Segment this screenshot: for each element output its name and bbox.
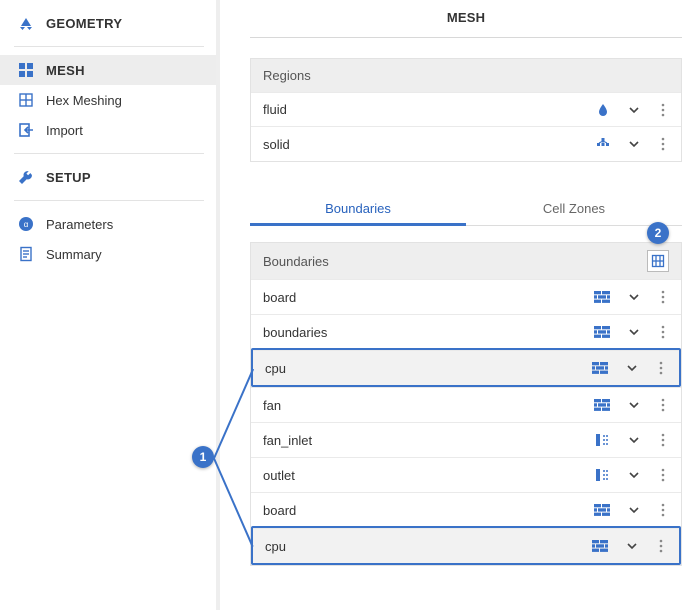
boundaries-header-row: Boundaries: [251, 243, 681, 279]
parameters-icon: α: [18, 216, 40, 232]
boundary-row[interactable]: cpu: [253, 350, 679, 385]
nav-hex-meshing[interactable]: Hex Meshing: [0, 85, 216, 115]
nav-import[interactable]: Import: [0, 115, 216, 145]
wall-icon: [593, 326, 611, 338]
more-icon[interactable]: [657, 468, 669, 482]
nav-label: GEOMETRY: [46, 16, 122, 31]
more-icon[interactable]: [657, 103, 669, 117]
tab-boundaries[interactable]: Boundaries: [250, 192, 466, 225]
chevron-down-icon[interactable]: [627, 291, 641, 303]
wall-icon: [591, 362, 609, 374]
nav-label: Parameters: [46, 217, 113, 232]
mesh-icon: [18, 62, 40, 78]
boundary-name: boundaries: [263, 325, 593, 340]
geometry-icon: [18, 15, 40, 31]
boundary-name: fan: [263, 398, 593, 413]
page-title: MESH: [250, 0, 682, 37]
nav-setup[interactable]: SETUP: [0, 162, 216, 192]
nav-mesh[interactable]: MESH: [0, 55, 216, 85]
tab-label: Boundaries: [325, 201, 391, 216]
region-row-solid[interactable]: solid: [251, 127, 681, 161]
callout-line: [213, 457, 253, 547]
patch-icon: [593, 433, 611, 447]
nav-parameters[interactable]: α Parameters: [0, 209, 216, 239]
boundary-row[interactable]: boundaries: [251, 314, 681, 349]
document-icon: [18, 246, 40, 262]
boundary-row[interactable]: cpu: [253, 528, 679, 563]
regions-header: Regions: [251, 59, 681, 93]
chevron-down-icon[interactable]: [627, 138, 641, 150]
boundary-row[interactable]: board: [251, 279, 681, 314]
callout-line: [213, 368, 253, 458]
chevron-down-icon[interactable]: [627, 399, 641, 411]
wrench-icon: [18, 169, 40, 185]
nav-divider: [14, 200, 204, 201]
boundary-name: cpu: [265, 361, 591, 376]
more-icon[interactable]: [657, 398, 669, 412]
import-icon: [18, 122, 40, 138]
wall-icon: [593, 291, 611, 303]
wall-icon: [591, 540, 609, 552]
boundary-row[interactable]: fan: [251, 387, 681, 422]
tab-cell-zones[interactable]: Cell Zones: [466, 192, 682, 225]
patch-icon: [593, 468, 611, 482]
wall-icon: [593, 399, 611, 411]
boundaries-table: Boundaries board boundaries cpu fan fan_inle…: [250, 242, 682, 566]
more-icon[interactable]: [657, 290, 669, 304]
main-panel: MESH Regions fluid: [220, 0, 700, 610]
chevron-down-icon[interactable]: [627, 326, 641, 338]
region-name: solid: [263, 137, 595, 152]
boundary-name: board: [263, 503, 593, 518]
nav-summary[interactable]: Summary: [0, 239, 216, 269]
regions-header-label: Regions: [263, 68, 311, 83]
tabs: Boundaries Cell Zones: [250, 192, 682, 226]
boundary-name: cpu: [265, 539, 591, 554]
callout-2: 2: [647, 222, 669, 244]
boundary-name: outlet: [263, 468, 593, 483]
boundaries-header-label: Boundaries: [263, 254, 329, 269]
more-icon[interactable]: [655, 361, 667, 375]
boundary-row[interactable]: board: [251, 492, 681, 527]
more-icon[interactable]: [657, 433, 669, 447]
nav-label: Hex Meshing: [46, 93, 122, 108]
more-icon[interactable]: [657, 503, 669, 517]
chevron-down-icon[interactable]: [627, 504, 641, 516]
chevron-down-icon[interactable]: [627, 469, 641, 481]
hex-icon: [18, 92, 40, 108]
nav-label: SETUP: [46, 170, 91, 185]
svg-text:α: α: [24, 220, 29, 229]
region-row-fluid[interactable]: fluid: [251, 93, 681, 127]
chevron-down-icon[interactable]: [627, 104, 641, 116]
tab-label: Cell Zones: [543, 201, 605, 216]
region-name: fluid: [263, 102, 595, 117]
sidebar: GEOMETRY MESH Hex Meshing Import: [0, 0, 220, 610]
callout-1: 1: [192, 446, 214, 468]
fluid-icon: [595, 103, 611, 117]
chevron-down-icon[interactable]: [625, 540, 639, 552]
nav-geometry[interactable]: GEOMETRY: [0, 8, 216, 38]
nav-label: Summary: [46, 247, 102, 262]
more-icon[interactable]: [657, 137, 669, 151]
solid-icon: [595, 137, 611, 151]
boundary-row[interactable]: outlet: [251, 457, 681, 492]
boundary-name: board: [263, 290, 593, 305]
nav-label: MESH: [46, 63, 85, 78]
chevron-down-icon[interactable]: [627, 434, 641, 446]
boundary-name: fan_inlet: [263, 433, 593, 448]
more-icon[interactable]: [655, 539, 667, 553]
nav-label: Import: [46, 123, 83, 138]
regions-table: Regions fluid solid: [250, 58, 682, 162]
nav-divider: [14, 46, 204, 47]
wall-icon: [593, 504, 611, 516]
boundary-row[interactable]: fan_inlet: [251, 422, 681, 457]
more-icon[interactable]: [657, 325, 669, 339]
nav-divider: [14, 153, 204, 154]
chevron-down-icon[interactable]: [625, 362, 639, 374]
filter-button[interactable]: [647, 250, 669, 272]
